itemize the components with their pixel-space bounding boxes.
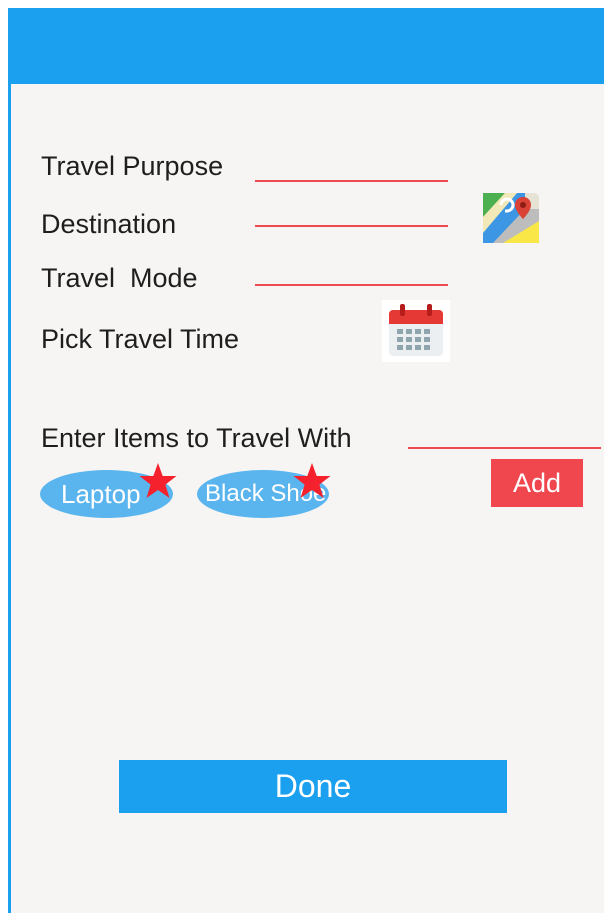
item-chip-laptop[interactable]: Laptop	[40, 463, 177, 518]
enter-items-underline	[408, 447, 601, 449]
app-screen: Travel Purpose Destination Travel Mode P…	[8, 8, 604, 913]
travel-purpose-underline	[255, 180, 448, 182]
calendar-button[interactable]	[382, 300, 450, 362]
travel-purpose-label: Travel Purpose	[41, 151, 224, 181]
destination-label: Destination	[41, 209, 177, 239]
item-chip-black-shoe[interactable]: Black Shoe	[197, 463, 331, 518]
enter-items-label: Enter Items to Travel With	[41, 423, 352, 453]
map-icon[interactable]	[483, 193, 539, 243]
app-bar	[11, 8, 604, 84]
travel-purpose-input[interactable]	[255, 152, 448, 180]
calendar-icon	[389, 304, 443, 356]
enter-items-input[interactable]	[408, 419, 601, 447]
travel-mode-input[interactable]	[255, 257, 448, 285]
travel-mode-label: Travel Mode	[41, 263, 198, 293]
add-button[interactable]: Add	[491, 459, 583, 507]
done-button[interactable]: Done	[119, 760, 507, 813]
star-icon[interactable]	[138, 462, 178, 500]
pick-travel-time-label: Pick Travel Time	[41, 324, 240, 354]
travel-mode-underline	[255, 284, 448, 286]
star-icon[interactable]	[292, 462, 332, 500]
destination-input[interactable]	[255, 198, 448, 226]
destination-underline	[255, 225, 448, 227]
